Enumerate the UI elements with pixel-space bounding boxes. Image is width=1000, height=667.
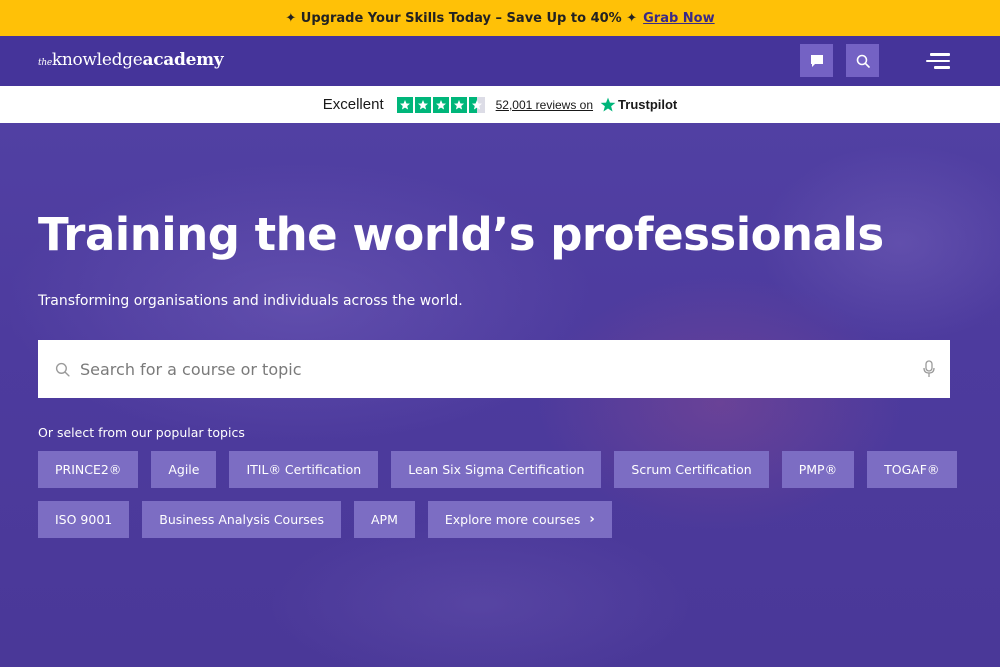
trust-stars <box>396 96 485 113</box>
logo-the: the <box>38 58 52 68</box>
topic-chip-agile[interactable]: Agile <box>151 451 217 488</box>
star-icon <box>396 96 413 113</box>
logo-knowledge: knowledge <box>51 50 143 70</box>
topic-chip-scrum[interactable]: Scrum Certification <box>614 451 769 488</box>
promo-bar: ✦ Upgrade Your Skills Today – Save Up to… <box>0 0 1000 36</box>
grab-now-link[interactable]: Grab Now <box>643 11 715 26</box>
trust-reviews-link[interactable]: 52,001 reviews on <box>496 98 593 112</box>
topic-chip-lean-six-sigma[interactable]: Lean Six Sigma Certification <box>391 451 602 488</box>
topic-chip-apm[interactable]: APM <box>353 501 415 538</box>
logo-academy: academy <box>142 50 224 70</box>
hero-title: Training the world’s professionals <box>38 208 884 261</box>
topic-chip-itil[interactable]: ITIL® Certification <box>229 451 379 488</box>
trustpilot-brand: Trustpilot <box>618 97 678 112</box>
hero-subtitle: Transforming organisations and individua… <box>38 293 463 309</box>
search-field-icon <box>55 362 70 377</box>
nav-search-button[interactable] <box>846 44 879 77</box>
navbar: theknowledgeacademy <box>0 36 1000 86</box>
topics-row-1: PRINCE2® Agile ITIL® Certification Lean … <box>38 451 957 488</box>
trustpilot-logo[interactable]: Trustpilot <box>600 97 677 113</box>
trustpilot-bar: Excellent 52,001 reviews on Trustpilot <box>0 86 1000 123</box>
hamburger-menu-icon[interactable] <box>926 53 950 69</box>
search-icon <box>55 362 70 377</box>
topic-chip-business-analysis[interactable]: Business Analysis Courses <box>142 501 341 538</box>
voice-search-button[interactable] <box>922 360 936 378</box>
star-icon <box>450 96 467 113</box>
promo-text: ✦ Upgrade Your Skills Today – Save Up to… <box>285 10 638 26</box>
explore-more-label: Explore more courses <box>444 512 581 527</box>
chat-bubble-icon <box>810 54 823 67</box>
half-star-icon <box>468 96 485 113</box>
site-logo[interactable]: theknowledgeacademy <box>38 50 224 70</box>
search-icon <box>856 54 870 68</box>
course-search-input[interactable] <box>80 359 922 379</box>
topic-chip-iso-9001[interactable]: ISO 9001 <box>38 501 130 538</box>
star-icon <box>414 96 431 113</box>
course-search-box[interactable] <box>38 340 950 398</box>
topic-chip-prince2[interactable]: PRINCE2® <box>38 451 139 488</box>
hero-section: Training the world’s professionals Trans… <box>0 123 1000 667</box>
trust-rating-text: Excellent <box>322 96 384 113</box>
chevron-right-icon: › <box>589 512 595 527</box>
topic-chip-pmp[interactable]: PMP® <box>781 451 855 488</box>
explore-more-courses-button[interactable]: Explore more courses › <box>427 501 612 538</box>
chat-button[interactable] <box>800 44 833 77</box>
topic-chip-togaf[interactable]: TOGAF® <box>867 451 957 488</box>
popular-topics-label: Or select from our popular topics <box>38 425 245 440</box>
topics-row-2: ISO 9001 Business Analysis Courses APM E… <box>38 501 612 538</box>
star-icon <box>432 96 449 113</box>
microphone-icon <box>923 360 935 377</box>
trustpilot-star-icon <box>600 97 616 112</box>
